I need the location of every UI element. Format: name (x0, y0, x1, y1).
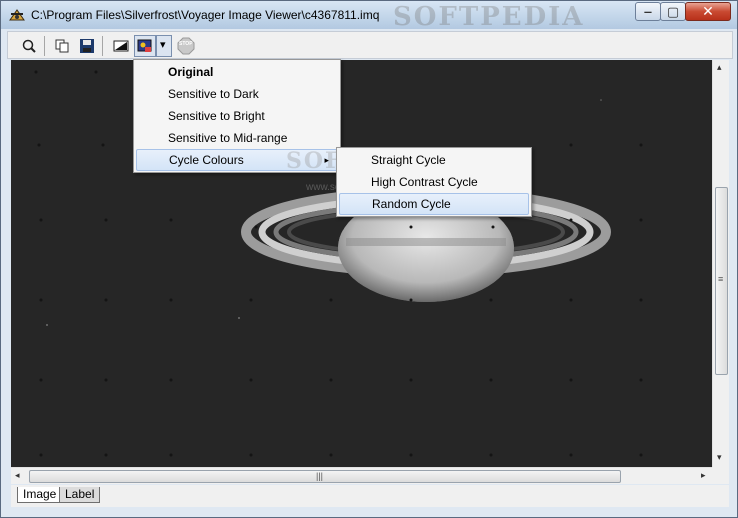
save-icon (80, 39, 94, 53)
copy-button[interactable] (51, 35, 73, 57)
contrast-button[interactable] (110, 35, 132, 57)
save-button[interactable] (76, 35, 98, 57)
scrollbar-corner (712, 467, 729, 484)
scroll-up-icon[interactable]: ▴ (717, 62, 722, 73)
image-viewport[interactable] (11, 60, 712, 467)
zoom-button[interactable] (18, 35, 40, 57)
grip-icon: ≡ (718, 274, 724, 284)
saturn-image (11, 60, 712, 467)
menu-item-random-cycle[interactable]: Random Cycle (339, 193, 529, 215)
copy-icon (55, 39, 69, 53)
submenu-arrow-icon: ▸ (324, 155, 329, 165)
colour-menu: Original Sensitive to Dark Sensitive to … (133, 59, 341, 173)
watermark-text: SOFTPEDIA (393, 2, 585, 32)
minimize-icon: ‒ (644, 4, 652, 19)
scroll-right-icon[interactable]: ▸ (701, 470, 706, 481)
menu-item-label: Cycle Colours (169, 153, 244, 167)
stop-button[interactable]: STOP (175, 35, 197, 57)
zoom-icon (22, 39, 36, 53)
close-button[interactable]: ✕ (685, 2, 731, 21)
palette-icon (137, 39, 152, 52)
scroll-left-icon[interactable]: ◂ (15, 470, 20, 481)
palette-button[interactable] (134, 35, 156, 57)
menu-item-original[interactable]: Original (136, 61, 338, 83)
vertical-scroll-thumb[interactable]: ≡ (715, 187, 728, 375)
menu-item-sensitive-bright[interactable]: Sensitive to Bright (136, 105, 338, 127)
menu-item-cycle-colours[interactable]: Cycle Colours ▸ (136, 149, 338, 171)
tab-bar: Image Label (11, 485, 729, 507)
app-icon (9, 9, 25, 21)
horizontal-scroll-thumb[interactable]: ||| (29, 470, 621, 483)
stop-label: STOP (179, 41, 193, 47)
cycle-colours-submenu: Straight Cycle High Contrast Cycle Rando… (336, 147, 532, 217)
minimize-button[interactable]: ‒ (635, 2, 661, 21)
tab-label[interactable]: Label (59, 487, 101, 503)
menu-item-straight-cycle[interactable]: Straight Cycle (339, 149, 529, 171)
scroll-down-icon[interactable]: ▾ (717, 452, 722, 463)
menu-item-sensitive-midrange[interactable]: Sensitive to Mid-range (136, 127, 338, 149)
contrast-icon (113, 40, 129, 52)
horizontal-scrollbar[interactable]: ◂ ||| ▸ (11, 467, 712, 484)
maximize-button[interactable]: ▢ (660, 2, 686, 21)
title-bar[interactable]: C:\Program Files\Silverfrost\Voyager Ima… (1, 1, 737, 32)
menu-item-sensitive-dark[interactable]: Sensitive to Dark (136, 83, 338, 105)
grip-icon: ||| (316, 471, 324, 481)
app-window: C:\Program Files\Silverfrost\Voyager Ima… (0, 0, 738, 518)
menu-item-high-contrast-cycle[interactable]: High Contrast Cycle (339, 171, 529, 193)
vertical-scrollbar[interactable]: ▴ ≡ ▾ (712, 60, 729, 467)
maximize-icon: ▢ (666, 4, 680, 19)
palette-dropdown-button[interactable]: ▾ (156, 35, 172, 57)
tab-image[interactable]: Image (17, 487, 63, 503)
dropdown-arrow-icon: ▾ (160, 39, 166, 51)
close-icon: ✕ (702, 3, 714, 19)
window-title: C:\Program Files\Silverfrost\Voyager Ima… (31, 8, 380, 22)
toolbar: ▾ STOP (7, 31, 733, 59)
